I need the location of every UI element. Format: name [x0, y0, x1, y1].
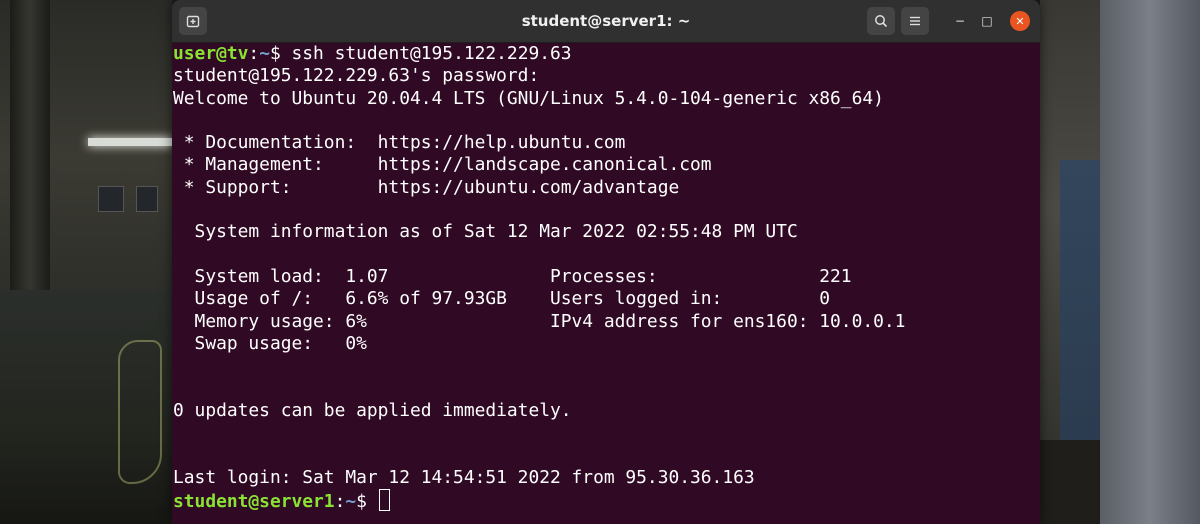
terminal-line: user@tv:~$ ssh student@195.122.229.63	[172, 43, 1040, 65]
hamburger-menu-icon	[910, 16, 920, 26]
terminal-line: System information as of Sat 12 Mar 2022…	[173, 221, 798, 243]
terminal-line: Memory usage: 6% IPv4 address for ens160…	[173, 310, 906, 332]
terminal-line: * Documentation: https://help.ubuntu.com	[173, 132, 626, 154]
wallpaper-floor	[1040, 440, 1100, 524]
search-icon	[875, 15, 888, 28]
maximize-icon: □	[981, 14, 993, 28]
terminal-line: System load: 1.07 Processes: 221	[173, 265, 852, 287]
prompt-userhost: student@server1	[173, 490, 335, 512]
new-tab-icon	[186, 15, 200, 28]
wallpaper-pillar	[1100, 0, 1200, 524]
wallpaper-right-area	[1040, 0, 1200, 524]
terminal-line: * Management: https://landscape.canonica…	[173, 154, 712, 176]
terminal-line: student@server1:~$	[172, 488, 1040, 512]
menu-button[interactable]	[901, 7, 929, 35]
terminal-line: 0 updates can be applied immediately.	[173, 399, 572, 421]
terminal-line: Swap usage: 0%	[173, 332, 367, 354]
terminal-content[interactable]: user@tv:~$ ssh student@195.122.229.63 st…	[172, 42, 1040, 524]
terminal-line: Welcome to Ubuntu 20.04.4 LTS (GNU/Linux…	[173, 87, 884, 109]
close-icon: ✕	[1015, 14, 1025, 28]
terminal-line: Last login: Sat Mar 12 14:54:51 2022 fro…	[173, 466, 755, 488]
wallpaper-sign	[98, 186, 124, 212]
prompt-separator: :	[334, 490, 346, 512]
minimize-icon: −	[954, 14, 966, 28]
prompt-symbol: $	[269, 43, 292, 64]
wallpaper-sign	[136, 186, 158, 212]
prompt-symbol: $	[356, 490, 378, 512]
prompt-path: ~	[345, 490, 357, 512]
maximize-button[interactable]: □	[977, 11, 997, 31]
prompt-path: ~	[259, 43, 270, 64]
title-bar[interactable]: student@server1: ~ − □ ✕	[172, 0, 1040, 43]
prompt-userhost: user@tv	[173, 43, 249, 64]
terminal-line: Usage of /: 6.6% of 97.93GB Users logged…	[173, 288, 831, 310]
command-text: ssh student@195.122.229.63	[291, 43, 572, 64]
wallpaper-graffiti	[118, 340, 162, 484]
terminal-line: * Support: https://ubuntu.com/advantage	[173, 176, 680, 198]
search-button[interactable]	[867, 7, 895, 35]
terminal-window: student@server1: ~ − □ ✕ user@tv:~$ ssh …	[172, 0, 1040, 524]
terminal-line: student@195.122.229.63's password:	[173, 65, 540, 87]
text-cursor[interactable]	[378, 488, 390, 511]
prompt-separator: :	[248, 43, 260, 64]
new-tab-button[interactable]	[179, 7, 207, 35]
wallpaper-light	[88, 138, 172, 146]
minimize-button[interactable]: −	[950, 11, 970, 31]
close-button[interactable]: ✕	[1010, 11, 1030, 31]
wallpaper-left-area	[0, 0, 172, 524]
